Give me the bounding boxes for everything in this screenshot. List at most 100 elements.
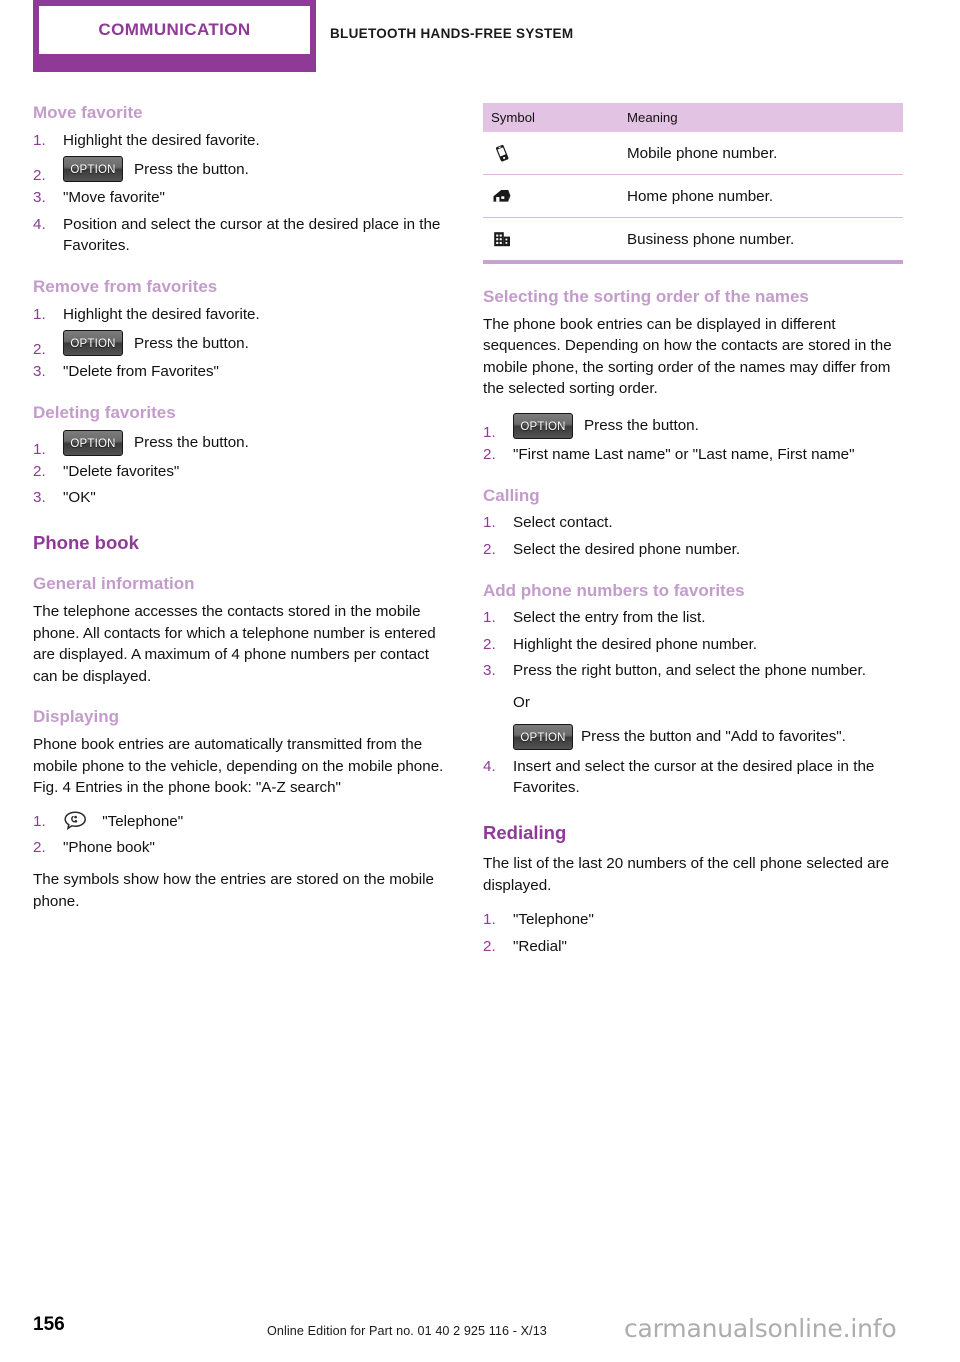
chapter-tab-inner: COMMUNICATION (39, 6, 310, 54)
steps-add-phone-numbers: 1. Select the entry from the list. 2. Hi… (483, 607, 903, 682)
office-building-icon (491, 228, 513, 250)
option-button-icon[interactable]: OPTION (63, 156, 123, 183)
steps-displaying: 1. "Telephone" 2. "Phone book" (33, 811, 453, 859)
step-text: Select the desired phone number. (513, 540, 741, 558)
step-text: Highlight the desired favorite. (63, 305, 260, 323)
steps-deleting-favorites: 1. OPTION Press the button. 2. "Delete f… (33, 429, 453, 509)
step-number: 4. (483, 757, 496, 775)
list-item: 4. Position and select the cursor at the… (33, 214, 453, 257)
heading-general-information: General information (33, 574, 195, 594)
list-item: 2. Highlight the desired phone number. (483, 634, 903, 656)
left-column: Move favorite 1. Highlight the desired f… (33, 103, 453, 963)
list-item: 1. "Telephone" (33, 811, 453, 833)
step-text: Select contact. (513, 514, 613, 532)
step-number: 1. (483, 424, 496, 442)
step-number: 2. (483, 540, 496, 558)
footer-edition-note: Online Edition for Part no. 01 40 2 925 … (267, 1324, 547, 1338)
paragraph-displaying-closing: The symbols show how the entries are sto… (33, 871, 434, 910)
step-text: "First name Last name" or "Last name, Fi… (513, 446, 855, 464)
or-option-text: Press the button and "Add to favorites". (581, 727, 846, 745)
step-number: 2. (483, 446, 496, 464)
table-header-row: Symbol Meaning (483, 103, 903, 132)
heading-deleting-favorites: Deleting favorites (33, 402, 176, 422)
step-text: Highlight the desired favorite. (63, 131, 260, 149)
right-column: Symbol Meaning Mobile phone number. Home… (483, 103, 903, 963)
step-text: OPTION Press the button. (513, 413, 903, 440)
symbol-cell (483, 217, 619, 264)
column-header-symbol: Symbol (483, 103, 619, 132)
step-text: OPTION Press the button. (63, 330, 453, 357)
symbol-cell (483, 174, 619, 218)
content-columns: Move favorite 1. Highlight the desired f… (0, 103, 960, 963)
steps-calling: 1. Select contact. 2. Select the desired… (483, 512, 903, 560)
option-button-icon[interactable]: OPTION (513, 723, 573, 750)
step-number: 2. (33, 167, 46, 185)
list-item: 2. "First name Last name" or "Last name,… (483, 444, 903, 466)
step-text-label: Press the button. (134, 160, 249, 178)
step-number: 1. (33, 131, 46, 149)
step-text-label: Press the button. (134, 433, 249, 451)
heading-phone-book: Phone book (33, 531, 139, 553)
list-item: 1. Select the entry from the list. (483, 607, 903, 629)
steps-remove-from-favorites: 1. Highlight the desired favorite. 2. OP… (33, 304, 453, 383)
table-header: Symbol Meaning (483, 103, 903, 132)
telephone-icon (63, 811, 88, 831)
symbol-meaning-table: Symbol Meaning Mobile phone number. Home… (483, 103, 903, 264)
step-text: "Redial" (513, 938, 567, 956)
table-row: Home phone number. (483, 174, 903, 218)
list-item: 2. OPTION Press the button. (33, 156, 453, 184)
page-number: 156 (33, 1314, 65, 1335)
step-number: 3. (33, 189, 46, 207)
mobile-phone-icon (491, 142, 513, 164)
step-number: 2. (483, 938, 496, 956)
or-option-instruction: OPTION Press the button and "Add to favor… (513, 723, 903, 750)
step-number: 1. (33, 812, 46, 830)
step-text: Position and select the cursor at the de… (63, 215, 441, 255)
option-button-icon[interactable]: OPTION (513, 413, 573, 440)
step-text: "Delete from Favorites" (63, 363, 219, 381)
list-item: 2. Select the desired phone number. (483, 539, 903, 561)
step-text: OPTION Press the button. (63, 429, 453, 456)
chapter-tab: COMMUNICATION (33, 0, 316, 72)
heading-calling: Calling (483, 485, 540, 505)
or-label: Or (513, 693, 530, 711)
paragraph-sorting-order: The phone book entries can be displayed … (483, 315, 892, 398)
list-item: 2. OPTION Press the button. (33, 330, 453, 358)
paragraph-general-information: The telephone accesses the contacts stor… (33, 603, 436, 685)
option-button-icon[interactable]: OPTION (63, 429, 123, 456)
step-text: "Telephone" (63, 811, 453, 833)
heading-displaying: Displaying (33, 707, 119, 727)
step-text: OPTION Press the button. (63, 156, 453, 183)
step-number: 1. (33, 305, 46, 323)
step-text: Select the entry from the list. (513, 609, 706, 627)
list-item: 2. "Redial" (483, 936, 903, 958)
step-text-label: Press the button. (584, 417, 699, 435)
step-number: 2. (33, 341, 46, 359)
watermark: carmanualsonline.info (624, 1314, 897, 1343)
meaning-cell: Mobile phone number. (619, 132, 903, 175)
table-row: Business phone number. (483, 217, 903, 264)
option-button-icon[interactable]: OPTION (63, 330, 123, 357)
list-item: 1. OPTION Press the button. (33, 429, 453, 458)
step-text-label: "Telephone" (102, 812, 184, 830)
step-number: 3. (33, 363, 46, 381)
step-number: 1. (483, 911, 496, 929)
steps-move-favorite: 1. Highlight the desired favorite. 2. OP… (33, 130, 453, 257)
step-text: "Delete favorites" (63, 462, 180, 480)
paragraph-displaying: Phone book entries are automatically tra… (33, 736, 444, 797)
heading-remove-from-favorites: Remove from favorites (33, 277, 218, 297)
heading-sorting-order: Selecting the sorting order of the names (483, 287, 809, 306)
list-item: 3. "Delete from Favorites" (33, 361, 453, 383)
steps-redialing: 1. "Telephone" 2. "Redial" (483, 909, 903, 957)
page-header: COMMUNICATION BLUETOOTH HANDS-FREE SYSTE… (0, 0, 960, 78)
symbol-cell (483, 132, 619, 175)
meaning-cell: Business phone number. (619, 217, 903, 264)
step-number: 1. (483, 609, 496, 627)
step-text: "Telephone" (513, 911, 594, 929)
step-text: Insert and select the cursor at the desi… (513, 757, 875, 797)
list-item: 1. Highlight the desired favorite. (33, 304, 453, 326)
step-number: 1. (483, 514, 496, 532)
step-text: "OK" (63, 489, 96, 507)
heading-add-phone-numbers: Add phone numbers to favorites (483, 580, 745, 600)
list-item: 1. Select contact. (483, 512, 903, 534)
